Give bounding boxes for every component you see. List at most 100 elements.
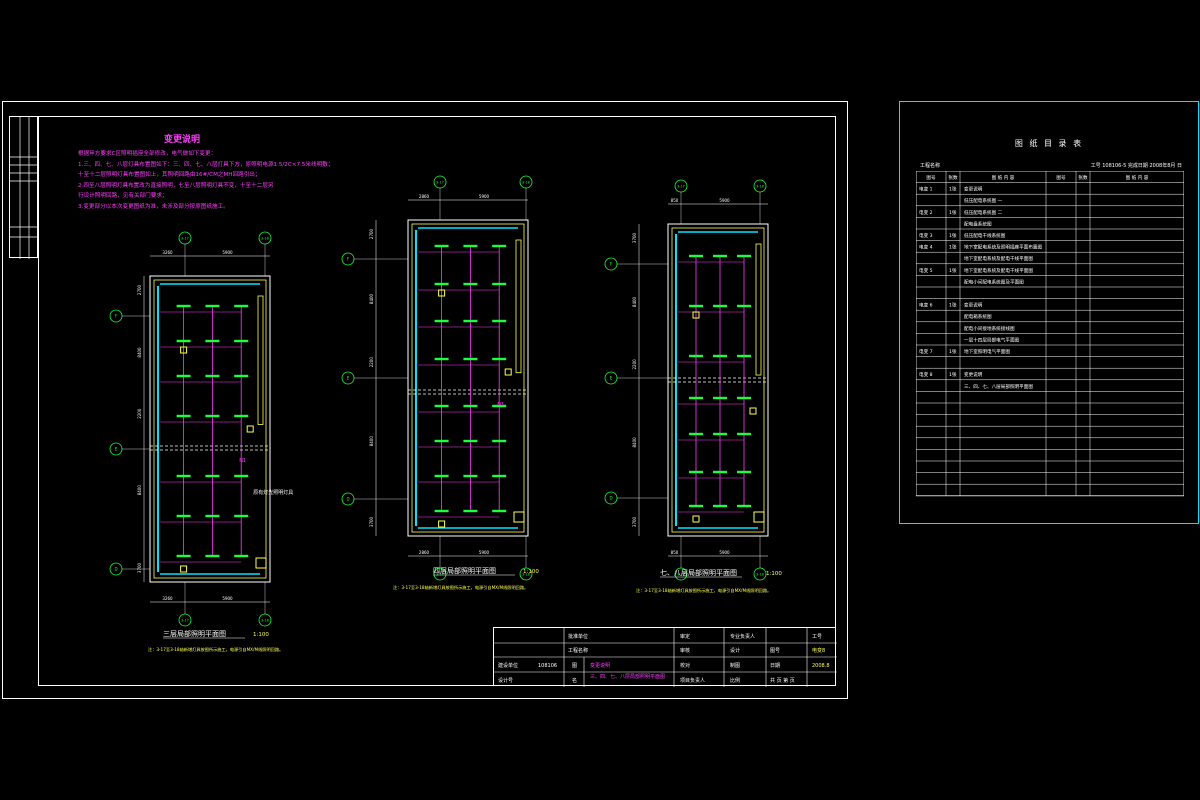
light-fixture <box>713 354 727 358</box>
light-fixture <box>205 374 220 378</box>
plan-scale: 1:100 <box>766 571 782 577</box>
axis-label: 3-18 <box>522 181 530 185</box>
index-cell-code: 电变 5 <box>919 267 933 274</box>
junction-box <box>246 425 254 433</box>
tb-text: 图号 <box>770 648 780 654</box>
plan-scale: 1:100 <box>253 632 269 638</box>
light-fixture <box>176 554 191 558</box>
tb-text: 2008.8 <box>812 663 830 669</box>
tb-text: 项目负责人 <box>680 677 705 684</box>
index-cell-code: 电变 2 <box>919 209 933 216</box>
plan-annotation: N1 <box>239 458 246 464</box>
light-fixture <box>176 414 191 418</box>
light-fixture <box>205 414 220 418</box>
axis-label: 3-18 <box>261 619 269 623</box>
dim-label-side: 8400 <box>632 296 637 307</box>
light-fixture <box>205 474 220 478</box>
index-cell-content: 一层十四层局部电气平面图 <box>964 336 1020 343</box>
dim-label-side: 3700 <box>137 562 142 573</box>
tb-text: 日期 <box>770 663 780 669</box>
light-fixture <box>434 439 449 443</box>
plan-title: 三层局部照明平面图 <box>163 629 226 638</box>
index-cell-code: 电变 6 <box>919 302 933 309</box>
light-fixture <box>713 396 727 400</box>
plan-annotation: N1 <box>497 402 504 408</box>
tb-text: 工号 <box>812 634 822 640</box>
light-fixture <box>176 514 191 518</box>
dim-label-side: 8400 <box>369 293 374 304</box>
plan-note: 注：3-17至3-18轴新增灯具按图所示施工，电源引自MX/M线照明回路。 <box>636 587 771 594</box>
tb-text: 制图 <box>730 662 740 669</box>
dim-label-top: 5900 <box>479 194 490 199</box>
index-cell-content: 地下室配电系统及配电干线平面图 <box>964 255 1033 262</box>
dim-label-side: 2200 <box>137 408 142 419</box>
index-cell-count: 1张 <box>949 302 957 309</box>
axis-label: 3-17 <box>436 181 444 185</box>
index-cell-content: 低压配电系统图 一 <box>964 197 1003 204</box>
index-cell-content: 配电箱系统图 <box>964 313 992 320</box>
index-cell-content: 低压配电系统图 二 <box>964 209 1003 216</box>
light-fixture <box>234 339 249 343</box>
light-fixture <box>492 319 507 323</box>
light-fixture <box>205 514 220 518</box>
tb-text: 审核 <box>680 647 690 654</box>
axis-label: 3-18 <box>756 573 764 577</box>
tb-text: 专业负责人 <box>730 633 755 640</box>
plan-note: 注：3-17至3-18轴新增灯具按图所示施工，电源引自MX/M线照明回路。 <box>148 646 283 653</box>
index-cell-code: 电变 1 <box>919 186 933 193</box>
dim-label-bottom: 5900 <box>479 550 490 555</box>
index-cell-content: 变更说明 <box>964 302 983 309</box>
axis-label: E <box>115 447 118 452</box>
index-header-left: 工程名称 <box>920 163 941 169</box>
index-cell-content: 三、四、七、八层局部照明平面图 <box>964 383 1033 390</box>
plan-inner-wall <box>153 279 267 579</box>
light-fixture <box>434 319 449 323</box>
tb-text: 工程名称 <box>568 647 588 654</box>
light-fixture <box>737 254 751 258</box>
dim-label-side: 3700 <box>632 232 637 243</box>
index-table: 图号 张数图 纸 内 容图号 张数图 纸 内 容电变 1 1张 变更说明低压配电系统图 … <box>916 171 1184 497</box>
tb-text: 图 <box>572 663 577 669</box>
light-fixture <box>463 244 478 248</box>
index-cell-count: 1张 <box>949 348 957 355</box>
tb-text: 建设单位 <box>498 662 518 669</box>
dim-label-top: 5900 <box>222 250 233 255</box>
dim-label-side: 8400 <box>137 485 142 496</box>
axis-label: F <box>347 257 350 262</box>
axis-label: 3-18 <box>756 185 764 189</box>
dim-label-side: 3700 <box>632 516 637 527</box>
light-fixture <box>689 396 703 400</box>
light-fixture <box>737 432 751 436</box>
light-fixture <box>713 470 727 474</box>
index-cell-content: 变更说明 <box>964 371 983 378</box>
light-fixture <box>689 354 703 358</box>
stamp-lines <box>10 117 39 259</box>
light-fixture <box>713 304 727 308</box>
axis-label: 3-17 <box>677 185 685 189</box>
light-fixture <box>689 470 703 474</box>
axis-label: F <box>610 262 613 267</box>
light-fixture <box>205 554 220 558</box>
index-col-header: 图号 <box>1056 175 1066 181</box>
dim-label-side: 2200 <box>369 357 374 368</box>
index-col-header: 张数 <box>948 174 958 181</box>
panel-box <box>255 557 267 569</box>
junction-box <box>749 407 757 415</box>
light-fixture <box>492 282 507 286</box>
light-fixture <box>737 504 751 508</box>
title-block: 批准单位 审定 专业负责人 工号 工程名称 审核 设计 图号 电变8 建设单位 108106 图 变更说… <box>493 627 837 687</box>
index-cell-content: 变更说明 <box>964 186 983 193</box>
plan-title: 四层局部照明平面图 <box>433 566 496 575</box>
index-cell-content: 地下室配电系统及照明插座平面布置图 <box>964 244 1043 251</box>
light-fixture <box>737 470 751 474</box>
light-fixture <box>689 432 703 436</box>
dim-label-bottom: 2860 <box>419 550 430 555</box>
dim-label-top: 3260 <box>162 250 173 255</box>
light-fixture <box>713 254 727 258</box>
light-fixture <box>689 304 703 308</box>
dim-label-side: 8400 <box>369 436 374 447</box>
plan-column-strip <box>755 243 762 376</box>
light-fixture <box>434 357 449 361</box>
index-col-header: 张数 <box>1078 174 1088 181</box>
light-fixture <box>205 339 220 343</box>
